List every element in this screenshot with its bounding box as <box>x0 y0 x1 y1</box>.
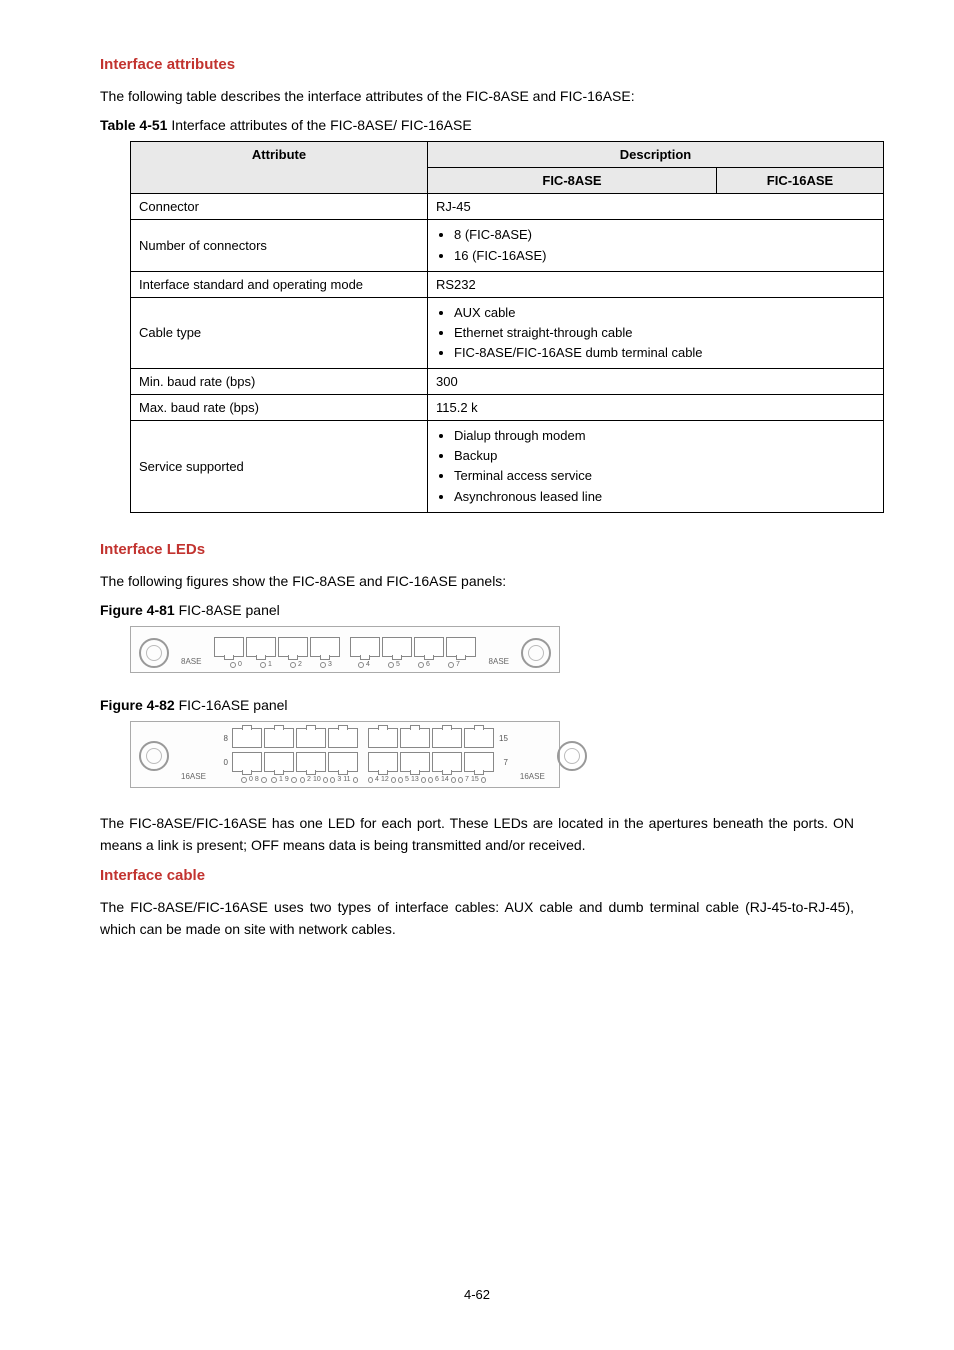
rj45-port-icon <box>296 728 326 748</box>
rj45-port-icon <box>246 637 276 657</box>
panel16-row-bot-right: 7 <box>498 758 508 767</box>
panel16-right-label: 16ASE <box>520 772 545 781</box>
fic-16ase-panel: 16ASE 8 15 0 7 0819210311 412513614715 16… <box>130 721 560 788</box>
rj45-port-icon <box>264 752 294 772</box>
heading-interface-cable: Interface cable <box>100 867 854 884</box>
table-caption-rest: Interface attributes of the FIC-8ASE/ FI… <box>167 117 471 133</box>
figure-81-rest: FIC-8ASE panel <box>175 602 280 618</box>
port-led: 1 <box>252 661 280 668</box>
table-row-attribute: Min. baud rate (bps) <box>131 369 428 395</box>
page-number: 4-62 <box>0 1287 954 1302</box>
table-row-description: RJ-45 <box>428 194 884 220</box>
rj45-port-icon <box>464 728 494 748</box>
port-led: 412 <box>368 776 396 783</box>
intro-leds: The following figures show the FIC-8ASE … <box>100 570 854 592</box>
table-row-attribute: Connector <box>131 194 428 220</box>
panel16-left-label: 16ASE <box>181 772 206 781</box>
screw-hole-icon <box>521 638 551 668</box>
table-row-description: RS232 <box>428 271 884 297</box>
rj45-port-icon <box>232 728 262 748</box>
list-item: Ethernet straight-through cable <box>454 323 875 343</box>
table-row-description: AUX cableEthernet straight-through cable… <box>428 297 884 368</box>
th-description: Description <box>428 142 884 168</box>
table-row-description: 300 <box>428 369 884 395</box>
panel8-right-label: 8ASE <box>489 657 509 666</box>
port-led: 513 <box>398 776 426 783</box>
rj45-port-icon <box>328 752 358 772</box>
port-led: 7 <box>440 661 468 668</box>
screw-hole-icon <box>557 741 587 771</box>
table-row-attribute: Max. baud rate (bps) <box>131 395 428 421</box>
rj45-port-icon <box>264 728 294 748</box>
figure-82-prefix: Figure 4-82 <box>100 697 175 713</box>
panel16-row-top-right: 15 <box>498 734 508 743</box>
list-item: Backup <box>454 446 875 466</box>
table-caption-prefix: Table 4-51 <box>100 117 167 133</box>
heading-interface-leds: Interface LEDs <box>100 541 854 558</box>
port-led: 08 <box>240 776 268 783</box>
fic-8ase-panel: 8ASE 0123 4567 8ASE <box>130 626 560 673</box>
leds-note: The FIC-8ASE/FIC-16ASE has one LED for e… <box>100 812 854 857</box>
panel8-left-label: 8ASE <box>181 657 201 666</box>
rj45-port-icon <box>446 637 476 657</box>
figure-82-caption: Figure 4-82 FIC-16ASE panel <box>100 697 854 713</box>
port-led: 19 <box>270 776 298 783</box>
list-item: 16 (FIC-16ASE) <box>454 246 875 266</box>
rj45-port-icon <box>414 637 444 657</box>
table-row-description: 8 (FIC-8ASE)16 (FIC-16ASE) <box>428 220 884 271</box>
rj45-port-icon <box>214 637 244 657</box>
rj45-port-icon <box>432 728 462 748</box>
screw-hole-icon <box>139 741 169 771</box>
intro-attributes: The following table describes the interf… <box>100 85 854 107</box>
rj45-port-icon <box>310 637 340 657</box>
list-item: AUX cable <box>454 303 875 323</box>
list-item: Terminal access service <box>454 466 875 486</box>
table-row-attribute: Number of connectors <box>131 220 428 271</box>
cable-body: The FIC-8ASE/FIC-16ASE uses two types of… <box>100 896 854 941</box>
rj45-port-icon <box>400 728 430 748</box>
panel16-row-top-left: 8 <box>218 734 228 743</box>
port-led: 2 <box>282 661 310 668</box>
th-fic8ase: FIC-8ASE <box>428 168 717 194</box>
screw-hole-icon <box>139 638 169 668</box>
list-item: FIC-8ASE/FIC-16ASE dumb terminal cable <box>454 343 875 363</box>
table-caption: Table 4-51 Interface attributes of the F… <box>100 117 854 133</box>
list-item: 8 (FIC-8ASE) <box>454 225 875 245</box>
rj45-port-icon <box>328 728 358 748</box>
port-led: 0 <box>222 661 250 668</box>
port-led: 3 <box>312 661 340 668</box>
table-row-attribute: Interface standard and operating mode <box>131 271 428 297</box>
rj45-port-icon <box>368 752 398 772</box>
figure-81-caption: Figure 4-81 FIC-8ASE panel <box>100 602 854 618</box>
port-led: 5 <box>380 661 408 668</box>
rj45-port-icon <box>232 752 262 772</box>
list-item: Dialup through modem <box>454 426 875 446</box>
table-row-description: Dialup through modemBackupTerminal acces… <box>428 421 884 513</box>
table-row-description: 115.2 k <box>428 395 884 421</box>
th-fic16ase: FIC-16ASE <box>717 168 884 194</box>
heading-interface-attributes: Interface attributes <box>100 56 854 73</box>
rj45-port-icon <box>400 752 430 772</box>
list-item: Asynchronous leased line <box>454 487 875 507</box>
rj45-port-icon <box>464 752 494 772</box>
port-led: 614 <box>428 776 456 783</box>
rj45-port-icon <box>278 637 308 657</box>
th-attribute: Attribute <box>131 142 428 194</box>
table-row-attribute: Cable type <box>131 297 428 368</box>
port-led: 311 <box>330 776 358 783</box>
rj45-port-icon <box>382 637 412 657</box>
port-led: 6 <box>410 661 438 668</box>
rj45-port-icon <box>350 637 380 657</box>
table-row-attribute: Service supported <box>131 421 428 513</box>
port-led: 210 <box>300 776 328 783</box>
rj45-port-icon <box>432 752 462 772</box>
port-led: 715 <box>458 776 486 783</box>
rj45-port-icon <box>296 752 326 772</box>
attributes-table: Attribute Description FIC-8ASE FIC-16ASE… <box>130 141 884 512</box>
figure-82-rest: FIC-16ASE panel <box>175 697 288 713</box>
panel16-row-bot-left: 0 <box>218 758 228 767</box>
figure-81-prefix: Figure 4-81 <box>100 602 175 618</box>
rj45-port-icon <box>368 728 398 748</box>
port-led: 4 <box>350 661 378 668</box>
